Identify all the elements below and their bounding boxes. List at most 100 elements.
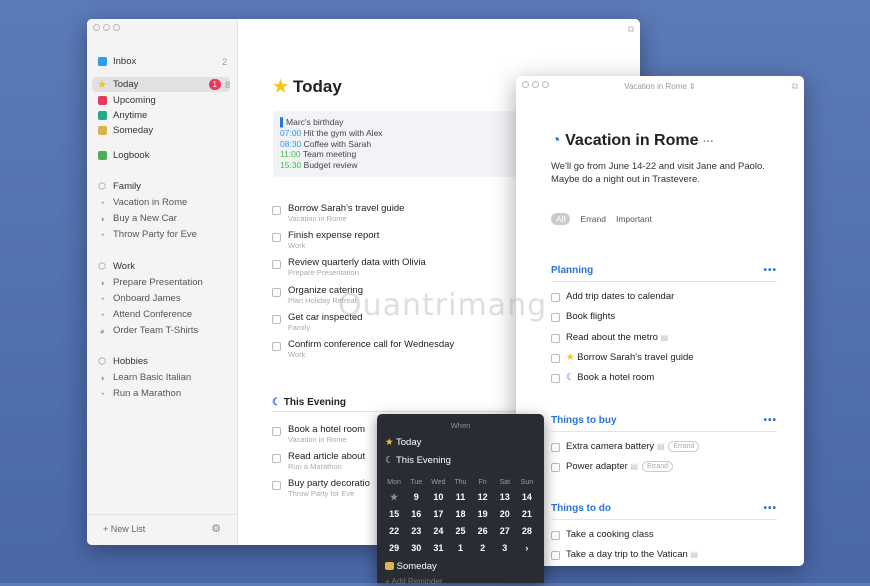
calendar-day[interactable]: 1	[449, 543, 471, 553]
todo-checkbox[interactable]	[272, 315, 281, 324]
project-item[interactable]: ◑ Learn Basic Italian	[96, 370, 227, 385]
calendar-day[interactable]: 22	[383, 526, 405, 536]
when-today-option[interactable]: ★ Today	[385, 437, 421, 448]
calendar-day[interactable]: 30	[405, 543, 427, 553]
project-item[interactable]: ◕ Order Team T-Shirts	[96, 323, 227, 338]
add-reminder-button[interactable]: + Add Reminder	[385, 577, 443, 586]
calendar-day[interactable]: 28	[516, 526, 538, 536]
sidebar-item-inbox[interactable]: Inbox 2	[96, 54, 227, 69]
filter-important[interactable]: Important	[616, 214, 652, 224]
new-list-button[interactable]: + New List	[103, 524, 145, 534]
project-notes[interactable]: We'll go from June 14-22 and visit Jane …	[551, 160, 766, 186]
calendar-day[interactable]: 9	[405, 492, 427, 503]
calendar-day[interactable]: 24	[427, 526, 449, 536]
todo-checkbox[interactable]	[551, 531, 560, 540]
calendar-event: ▌Marc's birthday	[280, 117, 344, 127]
todo-item[interactable]: Read about the metro ▤	[566, 332, 668, 343]
calendar-day[interactable]: 13	[494, 492, 516, 503]
todo-checkbox[interactable]	[551, 374, 560, 383]
todo-item[interactable]: Take a cooking class	[566, 529, 654, 540]
calendar-day[interactable]: 14	[516, 492, 538, 503]
project-item[interactable]: ◔ Run a Marathon	[96, 386, 227, 401]
calendar-day[interactable]: 17	[427, 509, 449, 519]
todo-checkbox[interactable]	[272, 206, 281, 215]
fullscreen-icon[interactable]: ⧉	[628, 24, 634, 35]
todo-item[interactable]: Power adapter ▤ Errand	[566, 461, 674, 472]
todo-checkbox[interactable]	[272, 427, 281, 436]
todo-checkbox[interactable]	[272, 454, 281, 463]
section-more-button[interactable]: •••	[763, 265, 777, 276]
calendar-day[interactable]: 12	[472, 492, 494, 503]
calendar-day[interactable]: 21	[516, 509, 538, 519]
project-item[interactable]: ◔ Onboard James	[96, 291, 227, 306]
todo-checkbox[interactable]	[272, 481, 281, 490]
filter-all[interactable]: All	[551, 213, 571, 225]
todo-item[interactable]: Book flights	[566, 311, 615, 322]
close-button[interactable]	[93, 24, 100, 31]
moon-icon: ☾	[272, 397, 281, 408]
more-button[interactable]: ···	[703, 136, 714, 148]
todo-item[interactable]: Take a day trip to the Vatican ▤	[566, 549, 698, 560]
area-hobbies[interactable]: ⬡ Hobbies	[96, 354, 227, 369]
zoom-button[interactable]	[113, 24, 120, 31]
sidebar-item-upcoming[interactable]: Upcoming	[96, 93, 227, 108]
next-month-button[interactable]: ›	[516, 543, 538, 553]
settings-icon[interactable]: ⚙	[211, 522, 221, 535]
todo-item[interactable]: Extra camera battery ▤ Errand	[566, 441, 700, 452]
box-icon	[96, 126, 108, 135]
pie-icon: ◔	[99, 309, 105, 320]
area-work[interactable]: ⬡ Work	[96, 259, 227, 274]
calendar-day[interactable]: 26	[472, 526, 494, 536]
page-title: ★ Today	[273, 77, 342, 96]
todo-checkbox[interactable]	[551, 463, 560, 472]
when-someday-option[interactable]: Someday	[385, 561, 437, 572]
calendar-day[interactable]: 16	[405, 509, 427, 519]
todo-item[interactable]: Add trip dates to calendar	[566, 291, 674, 302]
todo-item[interactable]: ☾ Book a hotel room	[566, 372, 654, 383]
todo-checkbox[interactable]	[551, 334, 560, 343]
calendar-day[interactable]: 19	[472, 509, 494, 519]
calendar-day[interactable]: ★	[383, 492, 405, 503]
area-icon: ⬡	[98, 181, 106, 191]
calendar-day[interactable]: 15	[383, 509, 405, 519]
area-icon: ⬡	[98, 356, 106, 366]
when-evening-option[interactable]: ☾ This Evening	[385, 455, 451, 466]
project-item[interactable]: ◔ Attend Conference	[96, 307, 227, 322]
todo-checkbox[interactable]	[272, 288, 281, 297]
todo-checkbox[interactable]	[551, 443, 560, 452]
calendar-day[interactable]: 23	[405, 526, 427, 536]
calendar-day[interactable]: 31	[427, 543, 449, 553]
calendar-day[interactable]: 29	[383, 543, 405, 553]
minimize-button[interactable]	[103, 24, 110, 31]
calendar-day[interactable]: 25	[449, 526, 471, 536]
calendar-day[interactable]: 18	[449, 509, 471, 519]
todo-checkbox[interactable]	[551, 551, 560, 560]
todo-item[interactable]: ★ Borrow Sarah's travel guide	[566, 352, 694, 363]
calendar-day[interactable]: 20	[494, 509, 516, 519]
todo-checkbox[interactable]	[272, 260, 281, 269]
section-more-button[interactable]: •••	[763, 503, 777, 514]
sidebar-item-logbook[interactable]: Logbook	[96, 148, 227, 163]
calendar-day[interactable]: 27	[494, 526, 516, 536]
todo-checkbox[interactable]	[272, 233, 281, 242]
calendar-day[interactable]: 2	[472, 543, 494, 553]
project-item[interactable]: ◔ Throw Party for Eve	[96, 227, 227, 242]
fullscreen-icon[interactable]: ⧉	[792, 81, 798, 92]
todo-checkbox[interactable]	[272, 342, 281, 351]
sidebar-item-anytime[interactable]: Anytime	[96, 108, 227, 123]
todo-checkbox[interactable]	[551, 293, 560, 302]
section-more-button[interactable]: •••	[763, 415, 777, 426]
sidebar-item-today[interactable]: ★ Today 1 8	[92, 77, 230, 92]
filter-errand[interactable]: Errand	[580, 214, 606, 224]
sidebar-item-someday[interactable]: Someday	[96, 123, 227, 138]
area-family[interactable]: ⬡ Family	[96, 179, 227, 194]
calendar-day[interactable]: 10	[427, 492, 449, 503]
project-item[interactable]: ◑ Prepare Presentation	[96, 275, 227, 290]
project-item[interactable]: ◔ Vacation in Rome	[96, 195, 227, 210]
errand-tag: Errand	[642, 461, 674, 472]
calendar-day[interactable]: 3	[494, 543, 516, 553]
todo-checkbox[interactable]	[551, 313, 560, 322]
project-item[interactable]: ◑ Buy a New Car	[96, 211, 227, 226]
todo-checkbox[interactable]	[551, 354, 560, 363]
calendar-day[interactable]: 11	[449, 492, 471, 503]
